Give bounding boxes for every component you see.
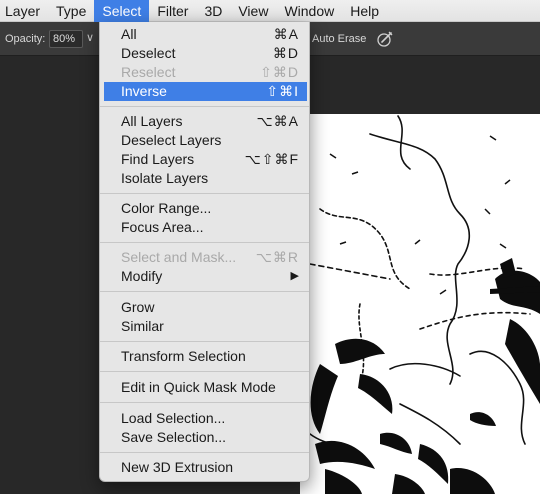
menu-item-quick-mask[interactable]: Edit in Quick Mask Mode bbox=[104, 378, 307, 397]
menu-item-reselect: Reselect ⇧⌘D bbox=[104, 63, 307, 82]
menu-item-grow[interactable]: Grow bbox=[104, 298, 307, 317]
menu-separator bbox=[100, 291, 309, 292]
opacity-label: Opacity: bbox=[5, 33, 46, 45]
menu-item-focus-area[interactable]: Focus Area... bbox=[104, 218, 307, 237]
shortcut-select-and-mask: ⌥⌘R bbox=[255, 249, 299, 265]
menu-item-label: Grow bbox=[121, 299, 155, 315]
menu-separator bbox=[100, 402, 309, 403]
triangle-right-icon: ▶ bbox=[290, 270, 299, 282]
menu-item-deselect[interactable]: Deselect ⌘D bbox=[104, 44, 307, 63]
menu-separator bbox=[100, 371, 309, 372]
menu-help[interactable]: Help bbox=[342, 0, 387, 22]
shortcut-all: ⌘A bbox=[273, 26, 299, 42]
menu-item-label: Save Selection... bbox=[121, 429, 227, 445]
menu-item-isolate-layers[interactable]: Isolate Layers bbox=[104, 169, 307, 188]
menu-item-label: Inverse bbox=[121, 83, 167, 99]
menu-item-label: Isolate Layers bbox=[121, 170, 209, 186]
menu-window[interactable]: Window bbox=[276, 0, 342, 22]
menu-item-inverse[interactable]: Inverse ⇧⌘I bbox=[104, 82, 307, 101]
menu-select[interactable]: Select bbox=[94, 0, 150, 22]
auto-erase-label[interactable]: Auto Erase bbox=[312, 33, 366, 45]
menu-layer[interactable]: Layer bbox=[0, 0, 48, 22]
menu-item-label: Deselect Layers bbox=[121, 132, 222, 148]
menu-item-modify[interactable]: Modify ▶ bbox=[104, 267, 307, 286]
menu-item-label: Color Range... bbox=[121, 200, 212, 216]
chevron-down-icon[interactable]: ∨ bbox=[86, 31, 94, 44]
menu-3d[interactable]: 3D bbox=[196, 0, 230, 22]
opacity-field[interactable]: 80% bbox=[49, 30, 83, 48]
menu-item-transform-selection[interactable]: Transform Selection bbox=[104, 347, 307, 366]
menu-separator bbox=[100, 106, 309, 107]
menu-type[interactable]: Type bbox=[48, 0, 94, 22]
menu-item-label: All bbox=[121, 26, 137, 42]
document-canvas[interactable] bbox=[300, 114, 540, 494]
menu-separator bbox=[100, 452, 309, 453]
menu-filter[interactable]: Filter bbox=[149, 0, 196, 22]
menu-bar: Layer Type Select Filter 3D View Window … bbox=[0, 0, 540, 22]
select-dropdown-menu: All ⌘A Deselect ⌘D Reselect ⇧⌘D Inverse … bbox=[99, 22, 310, 482]
menu-item-label: Modify bbox=[121, 268, 163, 284]
menu-item-label: Focus Area... bbox=[121, 219, 204, 235]
menu-item-label: Deselect bbox=[121, 45, 176, 61]
menu-item-new-3d-extrusion[interactable]: New 3D Extrusion bbox=[104, 458, 307, 477]
menu-item-find-layers[interactable]: Find Layers ⌥⇧⌘F bbox=[104, 150, 307, 169]
menu-item-load-selection[interactable]: Load Selection... bbox=[104, 409, 307, 428]
brush-pressure-icon[interactable] bbox=[376, 30, 394, 48]
ink-drawing bbox=[300, 115, 540, 494]
menu-item-label: Similar bbox=[121, 318, 164, 334]
menu-separator bbox=[100, 242, 309, 243]
menu-item-color-range[interactable]: Color Range... bbox=[104, 199, 307, 218]
menu-item-similar[interactable]: Similar bbox=[104, 317, 307, 336]
menu-item-label: Load Selection... bbox=[121, 410, 226, 426]
menu-item-all-layers[interactable]: All Layers ⌥⌘A bbox=[104, 112, 307, 131]
menu-item-label: Edit in Quick Mask Mode bbox=[121, 379, 276, 395]
shortcut-reselect: ⇧⌘D bbox=[260, 64, 299, 80]
shortcut-inverse: ⇧⌘I bbox=[266, 83, 299, 99]
shortcut-all-layers: ⌥⌘A bbox=[256, 113, 299, 129]
menu-item-save-selection[interactable]: Save Selection... bbox=[104, 428, 307, 447]
menu-item-deselect-layers[interactable]: Deselect Layers bbox=[104, 131, 307, 150]
menu-item-label: All Layers bbox=[121, 113, 183, 129]
menu-item-select-and-mask: Select and Mask... ⌥⌘R bbox=[104, 248, 307, 267]
menu-item-all[interactable]: All ⌘A bbox=[104, 25, 307, 44]
menu-view[interactable]: View bbox=[230, 0, 276, 22]
menu-item-label: New 3D Extrusion bbox=[121, 459, 234, 475]
shortcut-find-layers: ⌥⇧⌘F bbox=[244, 151, 299, 167]
shortcut-deselect: ⌘D bbox=[272, 45, 299, 61]
menu-item-label: Select and Mask... bbox=[121, 249, 237, 265]
menu-item-label: Reselect bbox=[121, 64, 176, 80]
menu-item-label: Transform Selection bbox=[121, 348, 246, 364]
menu-separator bbox=[100, 341, 309, 342]
menu-item-label: Find Layers bbox=[121, 151, 195, 167]
menu-separator bbox=[100, 193, 309, 194]
